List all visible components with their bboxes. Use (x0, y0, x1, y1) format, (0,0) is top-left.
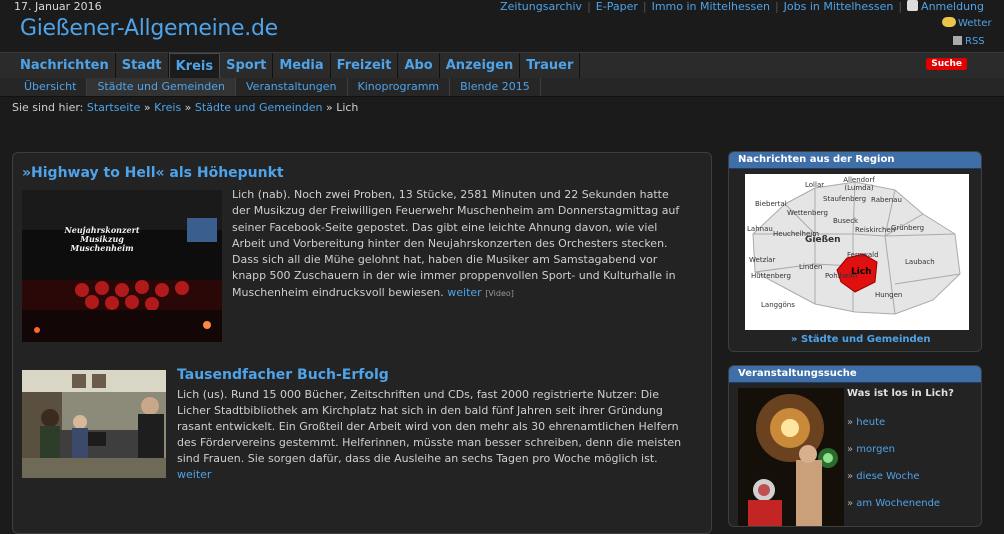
article-title-library[interactable]: Tausendfacher Buch-Erfolg (177, 367, 389, 383)
login-label[interactable]: Anmeldung (921, 0, 984, 13)
sub-navigation: Übersicht Städte und Gemeinden Veranstal… (0, 78, 1004, 97)
top-links: Zeitungsarchiv | E-Paper | Immo in Mittelh… (500, 0, 984, 13)
top-link-epaper[interactable]: E-Paper (596, 0, 638, 13)
event-image (738, 388, 844, 526)
chevron-right-icon: » (847, 498, 857, 509)
article-teaser-library: Lich (us). Rund 15 000 Bücher, Zeitschri… (177, 387, 694, 484)
map-label-gruenberg: Grünberg (891, 224, 925, 232)
map-label-pohlheim: Pohlheim (825, 272, 858, 280)
article-title[interactable]: »Highway to Hell« als Höhepunkt (22, 165, 284, 181)
map-label-lahnau: Lahnau (747, 225, 773, 233)
nav-item-nachrichten[interactable]: Nachrichten (14, 53, 116, 78)
article-image-library[interactable] (22, 370, 166, 478)
map-label-langgoens: Langgöns (761, 301, 795, 309)
search-button[interactable]: Suche (926, 58, 967, 70)
map-label-wetzlar: Wetzlar (749, 256, 776, 264)
map-label-hungen: Hungen (875, 291, 903, 299)
map-label-linden: Linden (799, 263, 823, 271)
article-teaser-text: Lich (nab). Noch zwei Proben, 13 Stücke,… (232, 188, 680, 299)
map-label-allendorf: Allendorf (Lumda) (843, 176, 875, 192)
map-label-biebertal: Biebertal (755, 200, 787, 208)
breadcrumb-prefix: Sie sind hier: (12, 101, 84, 114)
cities-link[interactable]: » Städte und Gemeinden (791, 334, 931, 345)
nav-item-kreis[interactable]: Kreis (168, 53, 221, 78)
article-image-concert[interactable]: Neujahrskonzert Musikzug Muschenheim (22, 190, 222, 342)
map-label-huettenberg: Hüttenberg (751, 272, 791, 280)
map-label-reiskirchen: Reiskirchen (855, 226, 896, 234)
map-label-staufenberg: Staufenberg (823, 195, 867, 203)
nav-item-stadt[interactable]: Stadt (116, 53, 169, 78)
site-logo[interactable]: Gießener-Allgemeine.de (20, 16, 278, 41)
breadcrumb-link-kreis[interactable]: Kreis (154, 101, 181, 114)
event-link-week-label: diese Woche (856, 471, 920, 482)
event-search-title: Veranstaltungssuche (729, 366, 981, 383)
region-box: Nachrichten aus der Region Lollar Allend… (728, 151, 982, 352)
event-search-box: Veranstaltungssuche Was ist los in Lich?… (728, 365, 982, 527)
event-link-today[interactable]: » heute (847, 417, 885, 428)
subnav-item-uebersicht[interactable]: Übersicht (14, 78, 88, 96)
subnav-item-veranstaltungen[interactable]: Veranstaltungen (236, 78, 348, 96)
event-link-tomorrow-label: morgen (856, 444, 895, 455)
event-link-tomorrow[interactable]: » morgen (847, 444, 895, 455)
map-label-rabenau: Rabenau (871, 196, 902, 204)
weather-icon (942, 17, 956, 27)
article-teaser: Lich (nab). Noch zwei Proben, 13 Stücke,… (232, 187, 688, 302)
map-label-giessen: Gießen (805, 235, 841, 245)
map-label-buseck: Buseck (833, 217, 859, 225)
breadcrumb-current: Lich (336, 101, 359, 114)
rss-label: RSS (965, 36, 985, 47)
map-label-fernwald: Fernwald (847, 251, 879, 259)
nav-item-media[interactable]: Media (273, 53, 331, 78)
top-link-archive[interactable]: Zeitungsarchiv (500, 0, 582, 13)
rss-link[interactable]: RSS (953, 36, 985, 47)
breadcrumb-link-start[interactable]: Startseite (87, 101, 141, 114)
read-more-link[interactable]: weiter (447, 286, 481, 299)
weather-link[interactable]: Wetter (942, 17, 992, 29)
event-link-weekend[interactable]: » am Wochenende (847, 498, 940, 509)
current-date: 17. Januar 2016 (14, 0, 102, 13)
login-link[interactable]: Anmeldung (907, 0, 984, 13)
event-link-today-label: heute (856, 417, 886, 428)
nav-item-trauer[interactable]: Trauer (520, 53, 581, 78)
event-link-weekend-label: am Wochenende (856, 498, 941, 509)
map-label-laubach: Laubach (905, 258, 935, 266)
nav-item-freizeit[interactable]: Freizeit (331, 53, 399, 78)
read-more-link-library[interactable]: weiter (177, 468, 211, 481)
user-icon (907, 0, 919, 11)
subnav-item-staedte[interactable]: Städte und Gemeinden (87, 78, 236, 96)
rss-icon (953, 36, 962, 45)
top-link-immo[interactable]: Immo in Mittelhessen (652, 0, 770, 13)
video-tag: [Video] (485, 288, 514, 298)
article-teaser-library-text: Lich (us). Rund 15 000 Bücher, Zeitschri… (177, 388, 682, 466)
event-question: Was ist los in Lich? (847, 388, 954, 399)
main-navigation: Nachrichten Stadt Kreis Sport Media Frei… (0, 52, 1004, 79)
nav-item-abo[interactable]: Abo (398, 53, 440, 78)
chevron-right-icon: » (847, 471, 857, 482)
nav-item-sport[interactable]: Sport (220, 53, 274, 78)
breadcrumb: Sie sind hier: Startseite » Kreis » Städ… (12, 101, 359, 114)
nav-item-anzeigen[interactable]: Anzeigen (440, 53, 521, 78)
breadcrumb-link-staedte[interactable]: Städte und Gemeinden (195, 101, 323, 114)
top-link-jobs[interactable]: Jobs in Mittelhessen (784, 0, 894, 13)
map-label-lollar: Lollar (805, 181, 825, 189)
map-label-heuchelheim: Heuchelheim (773, 230, 820, 238)
image-text-line-3: Muschenheim (70, 243, 134, 253)
region-box-title: Nachrichten aus der Region (729, 152, 981, 169)
region-map[interactable]: Lollar Allendorf (Lumda) Biebertal Stauf… (745, 174, 969, 330)
subnav-item-blende[interactable]: Blende 2015 (450, 78, 541, 96)
map-label-wettenberg: Wettenberg (787, 209, 828, 217)
subnav-item-kinoprogramm[interactable]: Kinoprogramm (348, 78, 451, 96)
event-link-week[interactable]: » diese Woche (847, 471, 920, 482)
image-caption: Neujahrskonzert Musikzug Muschenheim (58, 226, 146, 253)
chevron-right-icon: » (847, 417, 857, 428)
weather-label: Wetter (958, 18, 992, 29)
chevron-right-icon: » (847, 444, 857, 455)
